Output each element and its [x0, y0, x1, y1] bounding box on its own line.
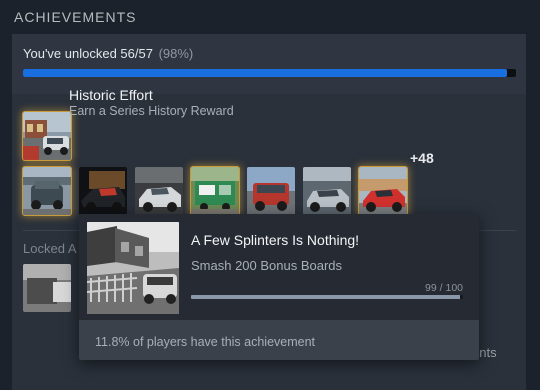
achievement-icon-unlocked-6[interactable]: [303, 167, 351, 215]
progress-text: You've unlocked 56/57 (98%): [23, 46, 193, 61]
tooltip-achievement-image: [87, 222, 179, 314]
section-title: ACHIEVEMENTS: [14, 9, 137, 25]
achievement-icon-unlocked-5[interactable]: [247, 167, 295, 215]
more-unlocked-count[interactable]: +48: [410, 150, 434, 166]
locked-section-label: Locked A: [23, 241, 77, 256]
featured-achievement-title: Historic Effort: [69, 87, 153, 103]
achievement-icon-locked-1[interactable]: [23, 264, 71, 312]
achievement-tooltip: A Few Splinters Is Nothing! Smash 200 Bo…: [79, 214, 479, 360]
tooltip-progress-fill: [191, 295, 461, 299]
achievement-icon-unlocked-3[interactable]: [135, 167, 183, 215]
tooltip-progress-count: 99 / 100: [425, 282, 463, 294]
tooltip-progress-bar: [191, 295, 463, 299]
featured-achievement-description: Earn a Series History Reward: [69, 104, 234, 118]
achievement-icon-unlocked-1[interactable]: [23, 167, 71, 215]
achievement-icon-unlocked-7[interactable]: [359, 167, 407, 215]
tooltip-header: A Few Splinters Is Nothing! Smash 200 Bo…: [79, 214, 479, 320]
progress-area: You've unlocked 56/57 (98%): [12, 34, 526, 94]
achievement-icon-historic-effort[interactable]: [23, 112, 71, 160]
progress-bar-fill: [23, 69, 508, 77]
progress-count: You've unlocked 56/57: [23, 46, 153, 61]
tooltip-title: A Few Splinters Is Nothing!: [191, 232, 360, 248]
progress-percent: (98%): [158, 46, 194, 61]
achievement-icon-unlocked-2[interactable]: [79, 167, 127, 215]
tooltip-rarity-text: 11.8% of players have this achievement: [95, 335, 316, 349]
tooltip-description: Smash 200 Bonus Boards: [191, 258, 343, 273]
achievement-icon-unlocked-4[interactable]: [191, 167, 239, 215]
progress-bar: [23, 69, 516, 77]
